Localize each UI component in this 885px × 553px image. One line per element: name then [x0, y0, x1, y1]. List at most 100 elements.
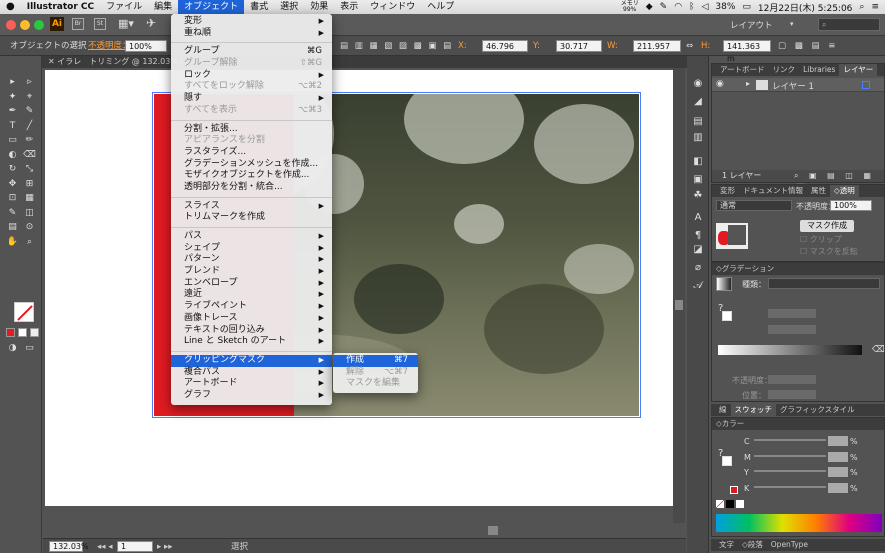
bluetooth-icon[interactable]: ᛒ: [689, 2, 694, 12]
align-icons[interactable]: ▤ ▥ ▦ ▧ ▨ ▩ ▣ ▤: [340, 40, 453, 52]
search-field[interactable]: ⌕: [818, 18, 880, 31]
vertical-scrollbar[interactable]: [673, 68, 685, 538]
object-menu-item-28[interactable]: テキストの回り込み ▶: [171, 325, 332, 337]
menu-type[interactable]: 書式: [244, 0, 274, 14]
menu-edit[interactable]: 編集: [148, 0, 178, 14]
pathfinder-panel-icon[interactable]: ▥: [692, 132, 704, 144]
object-menu-item-29[interactable]: Line と Sketch のアート ▶: [171, 336, 332, 348]
tab-opentype[interactable]: OpenType: [767, 539, 812, 551]
clipping-submenu-item-0[interactable]: 作成 ⌘7: [333, 355, 418, 367]
tab-libraries[interactable]: Libraries: [799, 64, 839, 76]
zoom-window-button[interactable]: [34, 20, 44, 30]
blend-tool-icon[interactable]: ⊙: [23, 222, 36, 233]
object-menu-item-13[interactable]: グラデーションメッシュを作成...: [171, 159, 332, 171]
layer-name[interactable]: レイヤー 1: [772, 80, 814, 92]
tab-transform[interactable]: 変形: [716, 185, 739, 197]
fill-swatch[interactable]: [722, 311, 732, 321]
menu-window[interactable]: ウィンドウ: [364, 0, 421, 14]
object-menu-item-24[interactable]: エンベロープ ▶: [171, 278, 332, 290]
fill-stroke-swatch[interactable]: [14, 302, 34, 322]
stop-position-field[interactable]: [768, 390, 816, 399]
gradient-panel-icon[interactable]: ▣: [692, 174, 704, 186]
status-text[interactable]: 選択: [231, 541, 248, 553]
object-menu-item-18[interactable]: トリムマークを作成: [171, 212, 332, 224]
tab-character[interactable]: 文字: [715, 539, 738, 551]
tab-stroke[interactable]: 線: [715, 404, 731, 416]
notification-icon[interactable]: ≡: [871, 2, 879, 12]
appearance-panel-icon[interactable]: ⌀: [692, 262, 704, 274]
menu-view[interactable]: 表示: [334, 0, 364, 14]
object-menu-item-27[interactable]: 画像トレース ▶: [171, 313, 332, 325]
object-menu-item-7[interactable]: 隠す ▶: [171, 93, 332, 105]
zoom-select[interactable]: 132.03%: [49, 541, 89, 552]
stock-icon[interactable]: St: [94, 18, 106, 30]
object-menu-item-12[interactable]: ラスタライズ...: [171, 147, 332, 159]
tab-graphic-styles[interactable]: グラフィックスタイル: [776, 404, 859, 416]
volume-icon[interactable]: ◁: [701, 2, 708, 12]
invert-mask-checkbox[interactable]: ☐ マスクを反転: [800, 246, 858, 258]
horizontal-scrollbar[interactable]: [43, 523, 686, 538]
delete-stop-icon[interactable]: ⌫: [872, 345, 885, 355]
channel-c-field[interactable]: [828, 436, 848, 446]
curvature-tool-icon[interactable]: ✎: [23, 106, 36, 117]
rotate-tool-icon[interactable]: ↻: [6, 164, 19, 175]
x-input[interactable]: 46.796 mm: [482, 40, 528, 63]
gradient-mode-icon[interactable]: [18, 328, 27, 337]
prev-artboard-icon[interactable]: ◂◂ ◂: [97, 541, 113, 553]
h-input[interactable]: 141.363 m: [723, 40, 771, 63]
color-panel-icon[interactable]: ◢: [692, 96, 704, 108]
gpu-performance-icon[interactable]: ✈: [146, 16, 156, 30]
screen-mode-icon[interactable]: ▭: [23, 343, 36, 354]
transform-icons[interactable]: ▢ ▩ ▤ ≡: [778, 40, 838, 52]
opacity-input[interactable]: 100%: [125, 40, 167, 52]
red-color-chip[interactable]: [730, 486, 738, 494]
object-menu-item-5[interactable]: ロック ▶: [171, 70, 332, 82]
object-menu-item-33[interactable]: アートボード ▶: [171, 378, 332, 390]
eraser-tool-icon[interactable]: ⌫: [23, 150, 36, 161]
tab-artboards[interactable]: アートボード: [716, 64, 769, 76]
tab-links[interactable]: リンク: [769, 64, 800, 76]
scale-tool-icon[interactable]: ⤡: [23, 164, 36, 175]
eyedropper-tool-icon[interactable]: ▤: [6, 222, 19, 233]
glyphs-panel-icon[interactable]: 𝒜: [692, 280, 704, 292]
object-menu-item-15[interactable]: 透明部分を分割・統合...: [171, 182, 332, 194]
battery-icon[interactable]: ▭: [742, 2, 751, 12]
make-mask-button[interactable]: マスク作成: [800, 220, 854, 232]
tab-transparency[interactable]: ◇透明: [830, 185, 859, 197]
zoom-tool-icon[interactable]: ⌕: [23, 237, 36, 248]
line-segment-tool-icon[interactable]: ╱: [23, 121, 36, 132]
object-menu-item-0[interactable]: 変形 ▶: [171, 16, 332, 28]
object-menu-item-3[interactable]: グループ ⌘G: [171, 46, 332, 58]
arrange-documents-icon[interactable]: ▦▾: [118, 17, 134, 30]
angle-field[interactable]: [768, 309, 816, 318]
tab-swatches[interactable]: スウォッチ: [730, 404, 776, 416]
evernote-icon[interactable]: ✎: [660, 2, 668, 12]
apple-menu-icon[interactable]: ●: [0, 0, 21, 14]
object-menu-item-10[interactable]: 分割・拡張...: [171, 124, 332, 136]
object-menu-item-32[interactable]: 複合パス ▶: [171, 367, 332, 379]
layer-row[interactable]: ◉ ▸ レイヤー 1: [712, 78, 884, 92]
channel-c-slider[interactable]: [754, 439, 826, 441]
paintbrush-tool-icon[interactable]: ✏: [23, 135, 36, 146]
expand-layer-icon[interactable]: ▸: [746, 79, 750, 88]
close-tab-icon[interactable]: ✕: [48, 57, 57, 66]
pen-tool-icon[interactable]: ✒: [6, 106, 19, 117]
menu-object[interactable]: オブジェクト: [178, 0, 245, 14]
lasso-tool-icon[interactable]: ⌖: [23, 92, 36, 103]
channel-y-slider[interactable]: [754, 470, 826, 472]
wifi-icon[interactable]: ◠: [674, 2, 682, 12]
workspace-chevron-icon[interactable]: ▾: [790, 20, 794, 28]
object-menu-item-25[interactable]: 遠近 ▶: [171, 289, 332, 301]
shape-builder-tool-icon[interactable]: ⊡: [6, 193, 19, 204]
color-guide-panel-icon[interactable]: ◉: [692, 78, 704, 90]
close-window-button[interactable]: [6, 20, 16, 30]
black-swatch[interactable]: [726, 500, 734, 508]
bridge-icon[interactable]: Br: [72, 18, 84, 30]
channel-m-slider[interactable]: [754, 455, 826, 457]
object-menu-item-34[interactable]: グラフ ▶: [171, 390, 332, 402]
menu-file[interactable]: ファイル: [100, 0, 148, 14]
selection-tool-icon[interactable]: ▸: [6, 77, 19, 88]
draw-mode-icon[interactable]: ◑: [6, 343, 19, 354]
object-menu-item-22[interactable]: パターン ▶: [171, 254, 332, 266]
perspective-tool-icon[interactable]: ▦: [23, 193, 36, 204]
